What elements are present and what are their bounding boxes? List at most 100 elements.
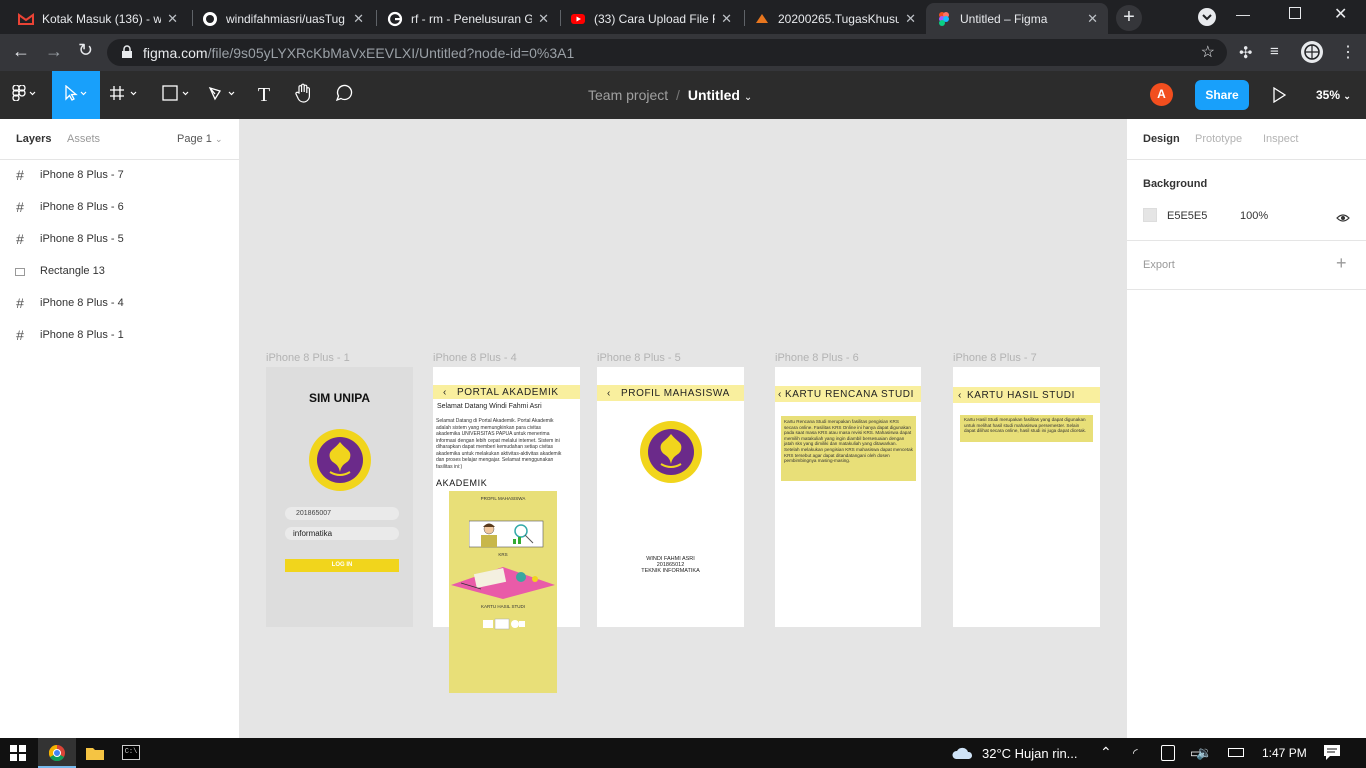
krs-illustration <box>451 563 555 604</box>
new-tab-button[interactable]: + <box>1116 5 1142 31</box>
menu-krs[interactable]: KRS <box>449 552 557 557</box>
back-arrow-icon[interactable]: ‹ <box>433 387 457 398</box>
notification-icon[interactable] <box>1324 745 1340 765</box>
zoom-menu[interactable]: 35% ⌄ <box>1316 88 1351 102</box>
comment-tool[interactable] <box>330 71 358 119</box>
close-tab-icon[interactable]: ✕ <box>905 11 916 27</box>
weather-text[interactable]: 32°C Hujan rin... <box>982 746 1078 761</box>
figma-main-menu[interactable] <box>0 71 48 119</box>
reload-icon[interactable]: ↻ <box>78 40 93 61</box>
frame-label[interactable]: iPhone 8 Plus - 7 <box>953 352 1037 364</box>
back-arrow-icon[interactable]: ‹ <box>775 389 785 400</box>
chevron-up-icon[interactable]: ⌃ <box>1100 744 1112 761</box>
wifi-icon[interactable]: ◜ <box>1133 746 1138 760</box>
chevron-down-icon[interactable]: ⌄ <box>744 92 752 103</box>
frame-label[interactable]: iPhone 8 Plus - 1 <box>266 352 350 364</box>
background-hex-input[interactable]: E5E5E5 <box>1167 210 1207 222</box>
file-name[interactable]: Untitled <box>688 87 740 103</box>
frame-tool[interactable] <box>106 71 146 119</box>
layer-item[interactable]: # iPhone 8 Plus - 1 <box>0 319 240 351</box>
device-icon[interactable] <box>1161 745 1175 761</box>
extensions-icon[interactable]: ✣ <box>1239 43 1252 63</box>
background-opacity-input[interactable]: 100% <box>1240 210 1268 222</box>
frame-label[interactable]: iPhone 8 Plus - 4 <box>433 352 517 364</box>
terminal-icon[interactable]: C:\ <box>122 745 140 760</box>
frame-label[interactable]: iPhone 8 Plus - 6 <box>775 352 859 364</box>
canvas[interactable]: iPhone 8 Plus - 1 SIM UNIPA 201865007 in… <box>240 119 1126 738</box>
close-tab-icon[interactable]: ✕ <box>353 11 364 27</box>
hand-tool[interactable] <box>290 71 318 119</box>
menu-profil[interactable]: PROFIL MAHASISWA <box>449 496 557 501</box>
divider <box>1127 289 1366 290</box>
frame-kartu-hasil-studi[interactable]: ‹ KARTU HASIL STUDI Kartu Hasil Studi mer… <box>953 367 1100 627</box>
close-tab-icon[interactable]: ✕ <box>538 11 549 27</box>
frame-portal-akademik[interactable]: ‹ PORTAL AKADEMIK Selamat Datang Windi Fa… <box>433 367 580 693</box>
close-tab-icon[interactable]: ✕ <box>721 11 732 27</box>
move-tool[interactable] <box>52 71 100 119</box>
browser-menu-icon[interactable]: ⋮ <box>1340 42 1356 62</box>
user-avatar[interactable]: A <box>1150 83 1173 106</box>
frame-icon: # <box>16 199 24 215</box>
clock[interactable]: 1:47 PM <box>1262 746 1307 760</box>
forward-icon[interactable]: → <box>45 41 63 62</box>
tab-search-icon[interactable] <box>1198 8 1216 26</box>
share-button[interactable]: Share <box>1195 80 1249 110</box>
layer-item[interactable]: # iPhone 8 Plus - 7 <box>0 159 240 191</box>
frame-label[interactable]: iPhone 8 Plus - 5 <box>597 352 681 364</box>
page-selector[interactable]: Page 1 ⌄ <box>177 133 222 145</box>
tab-inspect[interactable]: Inspect <box>1263 133 1298 145</box>
background-swatch[interactable] <box>1143 208 1157 222</box>
chevron-down-icon: ⌄ <box>214 134 223 144</box>
welcome-text: Selamat Datang Windi Fahmi Asri <box>437 403 542 410</box>
add-export-icon[interactable]: + <box>1336 253 1347 274</box>
header-bar: ‹ KARTU HASIL STUDI <box>953 387 1100 403</box>
close-tab-icon[interactable]: ✕ <box>1087 11 1098 27</box>
close-tab-icon[interactable]: ✕ <box>167 11 178 27</box>
tab-assets[interactable]: Assets <box>67 133 100 145</box>
volume-icon[interactable]: 🔉 <box>1196 745 1212 761</box>
present-icon[interactable] <box>1272 86 1287 108</box>
back-arrow-icon[interactable]: ‹ <box>953 390 967 401</box>
frame-icon: # <box>16 231 24 247</box>
breadcrumb-team[interactable]: Team project <box>588 87 668 103</box>
tab-prototype[interactable]: Prototype <box>1195 133 1242 145</box>
browser-tab[interactable]: Kotak Masuk (136) - w ✕ <box>8 3 188 34</box>
frame-profil-mahasiswa[interactable]: ‹ PROFIL MAHASISWA WINDI FAHMI ASRI 20186… <box>597 367 744 627</box>
layer-item[interactable]: # iPhone 8 Plus - 4 <box>0 287 240 319</box>
media-control-icon[interactable]: ≡ <box>1270 43 1279 60</box>
browser-tab[interactable]: 20200265.TugasKhusu ✕ <box>744 3 926 34</box>
back-icon[interactable]: ← <box>12 41 30 62</box>
layer-item[interactable]: Rectangle 13 <box>0 255 240 287</box>
menu-khs[interactable]: KARTU HASIL STUDI <box>449 604 557 609</box>
browser-tab[interactable]: rf - rm - Penelusuran G ✕ <box>377 3 559 34</box>
login-button[interactable]: LOG IN <box>285 559 399 572</box>
tab-layers[interactable]: Layers <box>16 133 51 145</box>
layer-item[interactable]: # iPhone 8 Plus - 6 <box>0 191 240 223</box>
browser-tab-active[interactable]: Untitled – Figma ✕ <box>926 3 1108 34</box>
text-tool[interactable]: T <box>252 71 276 119</box>
minimize-icon[interactable]: — <box>1236 6 1250 22</box>
password-input[interactable]: informatika <box>285 527 399 540</box>
tab-design[interactable]: Design <box>1143 133 1180 145</box>
pen-tool[interactable] <box>204 71 244 119</box>
browser-tab[interactable]: windifahmiasri/uasTug ✕ <box>192 3 374 34</box>
bookmark-star-icon[interactable]: ☆ <box>1201 42 1215 62</box>
restore-icon[interactable] <box>1289 7 1301 19</box>
battery-icon[interactable] <box>1228 748 1244 757</box>
frame-kartu-rencana-studi[interactable]: ‹ KARTU RENCANA STUDI Kartu Rencana Studi… <box>775 367 921 627</box>
profile-avatar[interactable] <box>1301 41 1323 63</box>
chrome-taskbar-item[interactable] <box>38 738 76 768</box>
profile-illustration <box>468 519 547 554</box>
url-bar[interactable]: figma.com/file/9s05yLYXRcKbMaVxEEVLXI/Un… <box>107 39 1227 66</box>
header-bar: ‹ KARTU RENCANA STUDI <box>775 386 921 402</box>
windows-start-icon[interactable] <box>10 745 26 766</box>
browser-tab[interactable]: (33) Cara Upload File F ✕ <box>560 3 742 34</box>
shape-tool[interactable] <box>158 71 198 119</box>
layer-item[interactable]: # iPhone 8 Plus - 5 <box>0 223 240 255</box>
file-explorer-icon[interactable] <box>86 745 104 766</box>
eye-icon[interactable] <box>1336 210 1350 228</box>
nim-input[interactable]: 201865007 <box>285 507 399 520</box>
back-arrow-icon[interactable]: ‹ <box>597 388 621 399</box>
close-window-icon[interactable]: ✕ <box>1334 4 1347 24</box>
frame-login[interactable]: SIM UNIPA 201865007 informatika LOG IN <box>266 367 413 627</box>
